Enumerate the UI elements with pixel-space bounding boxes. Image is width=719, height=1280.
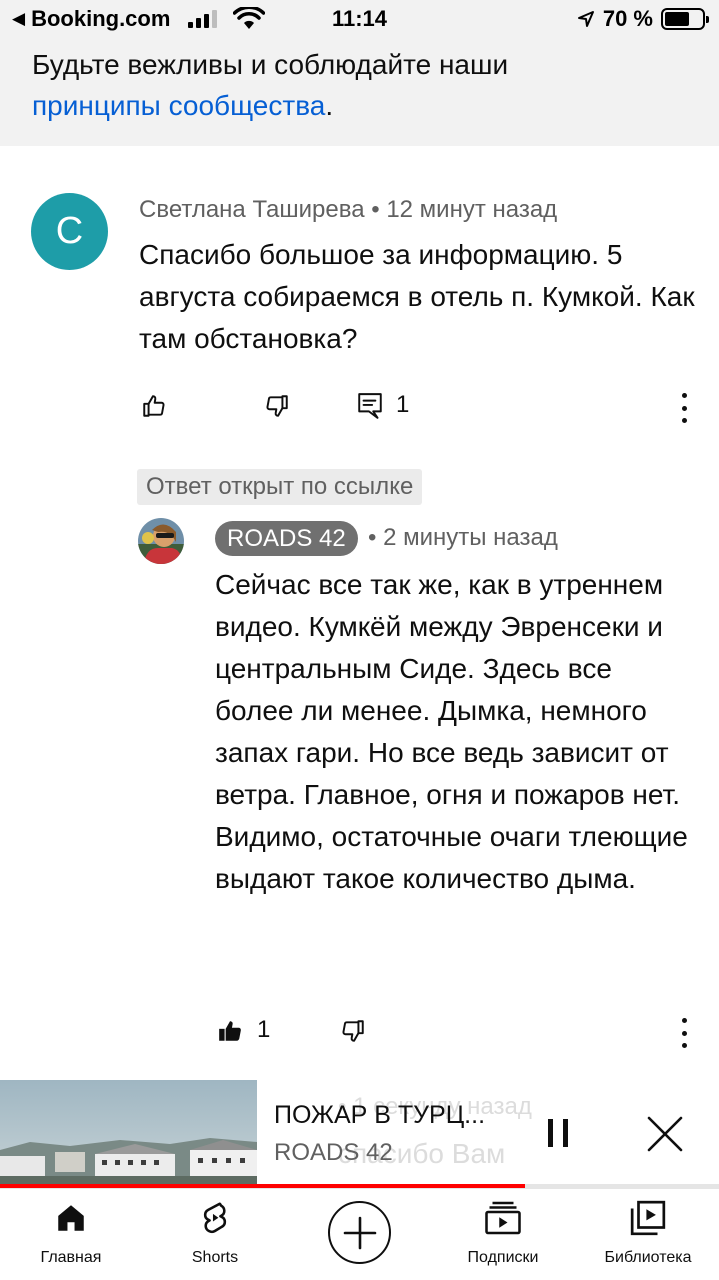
avatar[interactable]: С [31,193,108,270]
comment-reply-icon [358,393,382,419]
reply-count[interactable]: 1 [396,391,409,419]
like-button[interactable] [215,1014,245,1048]
thumbs-down-icon [266,395,288,417]
notice-suffix: . [325,90,334,121]
like-button[interactable] [139,389,169,423]
home-icon [58,1205,84,1231]
nav-subscriptions-label: Подписки [467,1249,539,1266]
nav-home[interactable]: Главная [30,1189,112,1280]
library-icon [630,1200,666,1236]
avatar[interactable] [138,518,184,564]
nav-shorts[interactable]: Shorts [175,1189,255,1280]
avatar-letter: С [55,210,84,252]
meta-separator: • [371,196,380,223]
shorts-icon [203,1202,227,1234]
comment-meta: Светлана Таширева • 12 минут назад [139,196,557,224]
close-icon[interactable] [646,1115,684,1153]
nav-home-label: Главная [40,1249,102,1266]
more-options-button[interactable] [679,393,689,423]
mini-player-channel: ROADS 42 [274,1139,393,1166]
status-bar: ◀ Booking.com 11:14 70 % [0,0,719,40]
video-thumbnail[interactable] [0,1080,257,1184]
subscriptions-icon [485,1201,521,1235]
mini-player-title[interactable]: ПОЖАР В ТУРЦ... [274,1101,504,1130]
comment-text: Спасибо большое за информацию. 5 августа… [139,239,695,354]
more-options-button[interactable] [679,1018,689,1048]
community-guidelines-link[interactable]: принципы сообщества [32,90,325,121]
thumbs-up-filled-icon [219,1021,241,1041]
status-right: 70 % [577,6,709,32]
linked-reply-badge: Ответ открыт по ссылке [137,469,423,505]
battery-icon [661,8,709,30]
pause-button[interactable] [546,1119,572,1147]
community-guidelines-notice: Будьте вежливы и соблюдайте наши принцип… [0,40,719,146]
nav-shorts-label: Shorts [191,1249,239,1266]
like-count: 1 [257,1016,271,1043]
youtube-comments-screen: ◀ Booking.com 11:14 70 % Будьте вежливы … [0,0,719,1280]
create-button[interactable] [328,1201,391,1264]
comment-time: 12 минут назад [386,196,558,223]
reply-author-badge[interactable]: ROADS 42 [215,521,358,556]
dislike-button[interactable] [262,389,292,423]
plus-icon [343,1216,376,1249]
meta-separator: • [368,524,377,551]
reply-button[interactable] [355,389,385,423]
nav-library-label: Библиотека [604,1249,692,1266]
nav-library[interactable]: Библиотека [596,1189,700,1280]
reply-text: Сейчас все так же, как в утреннем видео.… [215,569,688,894]
nav-subscriptions[interactable]: Подписки [452,1189,554,1280]
comment-author[interactable]: Светлана Таширева [139,196,365,223]
notice-text: Будьте вежливы и соблюдайте наши [32,49,509,80]
reply-time: 2 минуты назад [383,524,558,551]
reply-meta: • 2 минуты назад [368,524,558,552]
location-arrow-icon [577,11,594,27]
reply-actions: 1 [215,1014,695,1048]
battery-percent: 70 % [602,6,653,31]
dislike-button[interactable] [338,1014,368,1048]
comment-actions: 1 [139,389,699,423]
thumbs-up-icon [143,395,165,417]
thumbs-down-icon [342,1020,364,1042]
